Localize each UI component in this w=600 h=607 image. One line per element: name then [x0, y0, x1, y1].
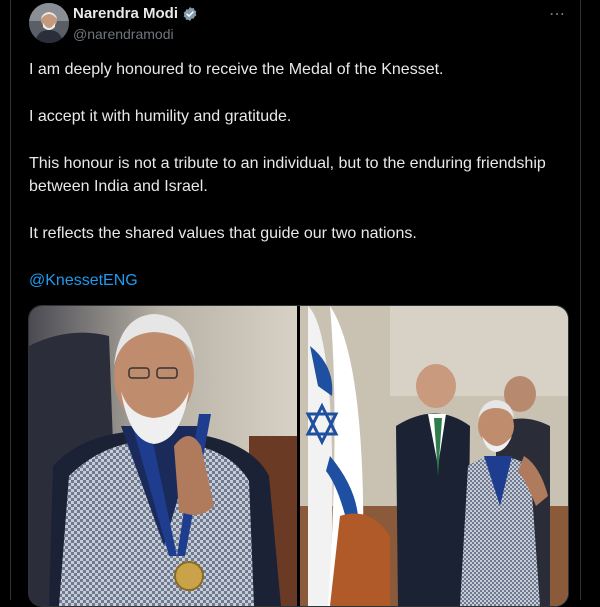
- verified-badge-icon: [183, 6, 197, 21]
- avatar-image: [29, 3, 69, 43]
- post-paragraph: I am deeply honoured to receive the Meda…: [29, 61, 444, 78]
- author-handle[interactable]: @narendramodi: [73, 26, 174, 42]
- more-options-icon[interactable]: ⋯: [549, 4, 566, 24]
- post-text: I am deeply honoured to receive the Meda…: [29, 58, 549, 316]
- author-name-text: Narendra Modi: [73, 5, 179, 22]
- photo-knesset-ceremony[interactable]: [299, 306, 568, 606]
- avatar[interactable]: [29, 3, 69, 43]
- post-paragraph: It reflects the shared values that guide…: [29, 225, 417, 242]
- photo-knesset-ceremony-image: [299, 306, 568, 606]
- media-grid: [28, 305, 569, 607]
- post-paragraph: I accept it with humility and gratitude.: [29, 108, 292, 125]
- photo-modi-namaste-image: [29, 306, 297, 606]
- author-name[interactable]: Narendra Modi: [73, 5, 198, 22]
- post-paragraph: This honour is not a tribute to an indiv…: [29, 155, 546, 195]
- photo-modi-namaste[interactable]: [29, 306, 298, 606]
- mention-link[interactable]: @KnessetENG: [29, 272, 138, 289]
- post-card: Narendra Modi @narendramodi ⋯ I am deepl…: [10, 0, 581, 607]
